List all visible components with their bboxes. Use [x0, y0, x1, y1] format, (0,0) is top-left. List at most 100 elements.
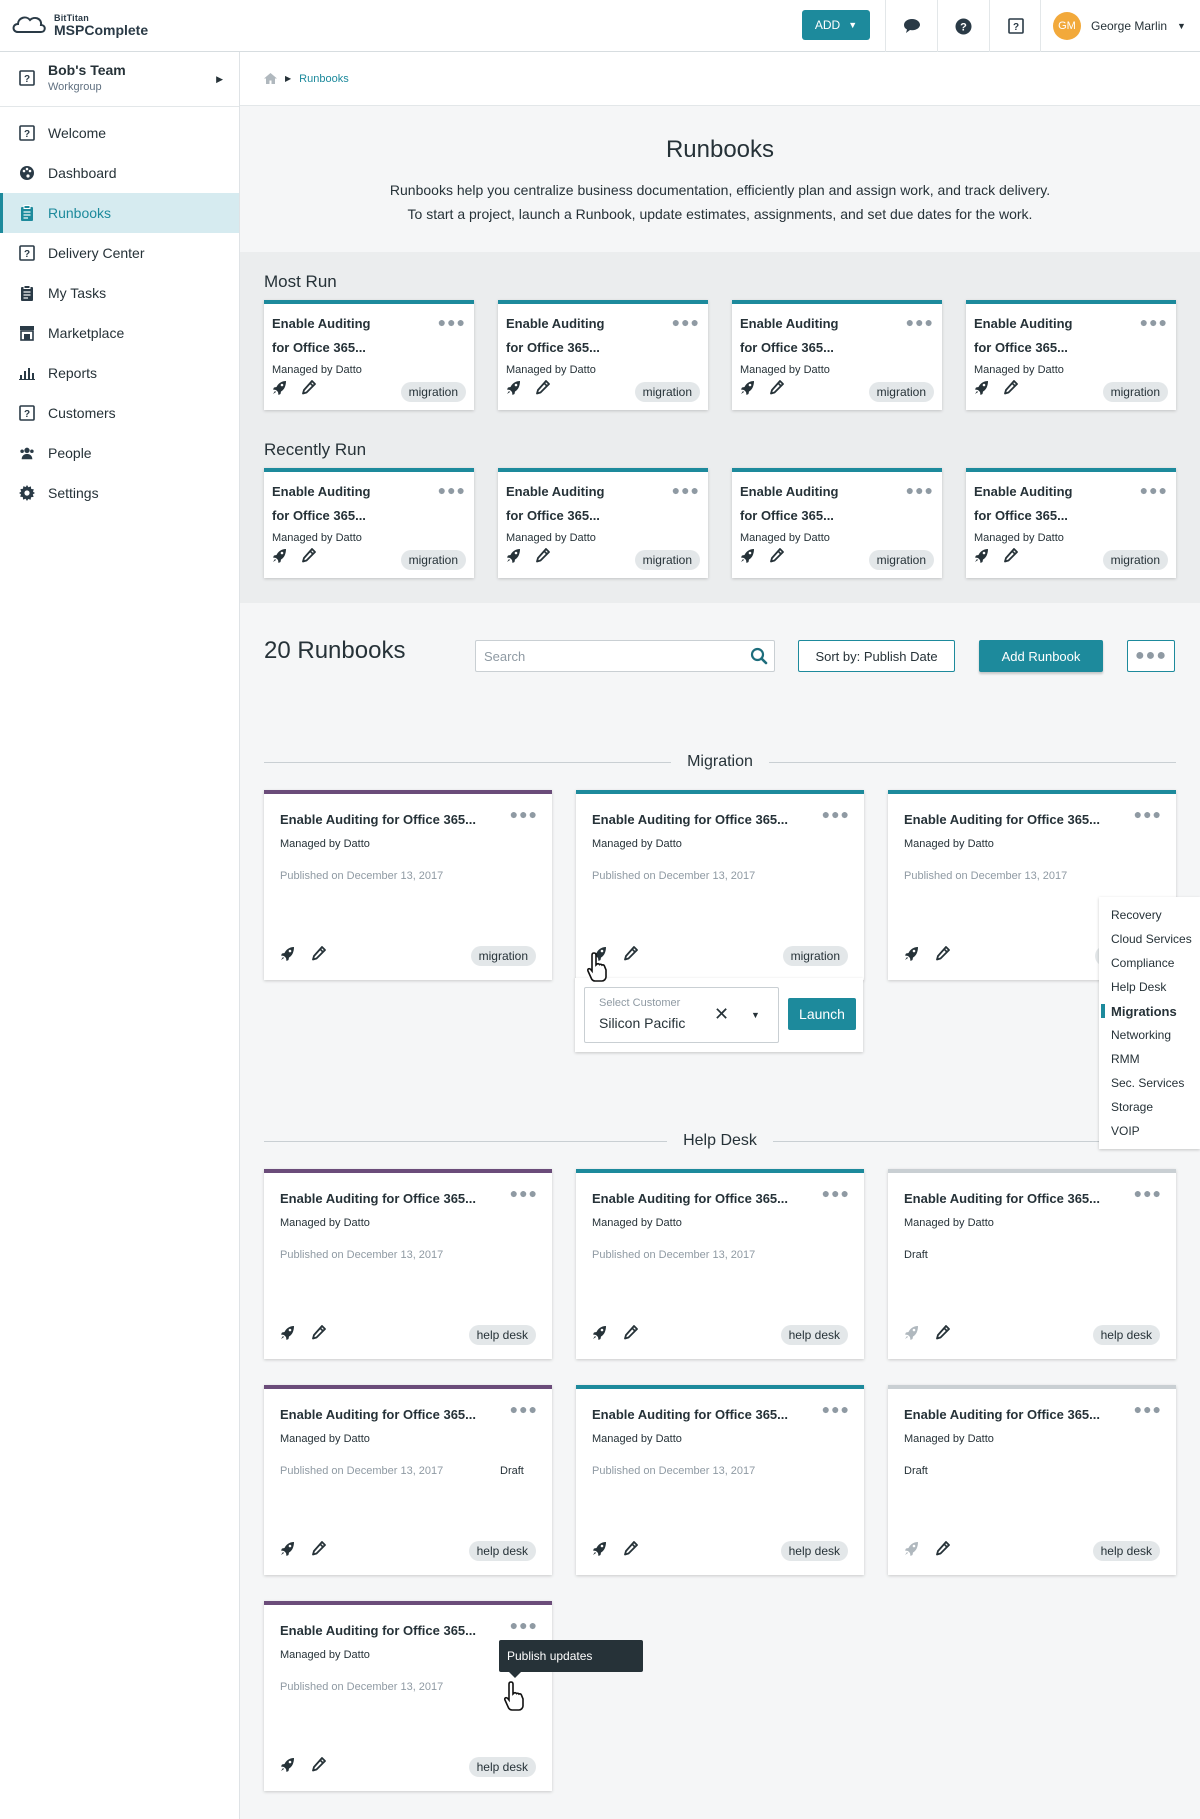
rocket-icon[interactable] — [280, 1325, 295, 1345]
pencil-icon[interactable] — [935, 1541, 950, 1561]
card-menu-icon[interactable]: ●●● — [672, 314, 700, 330]
runbook-card[interactable]: Enable Auditing for Office 365... Managed… — [576, 1169, 864, 1359]
card-menu-icon[interactable]: ●●● — [510, 1185, 538, 1201]
team-switcher[interactable]: ? Bob's Team Workgroup ▶ — [0, 52, 239, 107]
most_run-card[interactable]: Enable Auditing for Office 365... Managed … — [732, 300, 942, 410]
support-button[interactable]: ? — [989, 0, 1041, 52]
card-menu-icon[interactable]: ●●● — [1134, 1401, 1162, 1417]
pencil-icon[interactable] — [301, 548, 316, 568]
card-menu-icon[interactable]: ●●● — [822, 1401, 850, 1417]
rocket-icon[interactable] — [740, 548, 755, 568]
logo[interactable]: BitTitan MSPComplete — [10, 12, 148, 37]
sidebar-item-welcome[interactable]: ? Welcome — [0, 113, 239, 153]
card-menu-icon[interactable]: ●●● — [1134, 1185, 1162, 1201]
rocket-icon[interactable] — [272, 548, 287, 568]
pencil-icon[interactable] — [935, 1325, 950, 1345]
pencil-icon[interactable] — [623, 1325, 638, 1345]
card-menu-icon[interactable]: ●●● — [906, 482, 934, 498]
more-options-button[interactable]: ●●● — [1127, 640, 1175, 672]
pencil-icon[interactable] — [311, 1757, 326, 1777]
pencil-icon[interactable] — [1003, 548, 1018, 568]
search-input[interactable]: Search — [475, 640, 775, 672]
sidebar-item-customers[interactable]: ? Customers — [0, 393, 239, 433]
most_run-card[interactable]: Enable Auditing for Office 365... Managed … — [264, 300, 474, 410]
runbook-card[interactable]: Enable Auditing for Office 365... Managed… — [264, 1385, 552, 1575]
runbook-card[interactable]: Enable Auditing for Office 365... Managed… — [264, 1169, 552, 1359]
recently_run-card[interactable]: Enable Auditing for Office 365... Managed … — [732, 468, 942, 578]
pencil-icon[interactable] — [301, 380, 316, 400]
rocket-icon[interactable] — [974, 548, 989, 568]
user-menu[interactable]: GM George Marlin ▼ — [1040, 0, 1186, 52]
card-menu-icon[interactable]: ●●● — [510, 1617, 538, 1633]
sidebar-item-delivery-center[interactable]: ? Delivery Center — [0, 233, 239, 273]
pencil-icon[interactable] — [311, 1541, 326, 1561]
filter-item[interactable]: VOIP — [1099, 1119, 1200, 1143]
recently_run-card[interactable]: Enable Auditing for Office 365... Managed … — [264, 468, 474, 578]
card-menu-icon[interactable]: ●●● — [906, 314, 934, 330]
search-icon[interactable] — [750, 647, 768, 668]
launch-button[interactable]: Launch — [788, 998, 856, 1030]
pencil-icon[interactable] — [311, 1325, 326, 1345]
filter-item[interactable]: Cloud Services — [1099, 927, 1200, 951]
card-menu-icon[interactable]: ●●● — [438, 314, 466, 330]
filter-item[interactable]: Migrations — [1099, 999, 1200, 1023]
sidebar-item-marketplace[interactable]: Marketplace — [0, 313, 239, 353]
pencil-icon[interactable] — [769, 380, 784, 400]
filter-item[interactable]: Recovery — [1099, 903, 1200, 927]
pencil-icon[interactable] — [623, 946, 638, 966]
sort-button[interactable]: Sort by: Publish Date — [798, 640, 955, 672]
recently_run-card[interactable]: Enable Auditing for Office 365... Managed … — [498, 468, 708, 578]
filter-item[interactable]: Sec. Services — [1099, 1071, 1200, 1095]
rocket-icon[interactable] — [974, 380, 989, 400]
chat-button[interactable] — [885, 0, 937, 52]
rocket-icon[interactable] — [280, 946, 295, 966]
rocket-icon[interactable] — [506, 548, 521, 568]
sidebar-item-settings[interactable]: Settings — [0, 473, 239, 513]
sidebar-item-my-tasks[interactable]: My Tasks — [0, 273, 239, 313]
customer-select[interactable]: Select Customer Silicon Pacific ✕ ▼ — [584, 987, 779, 1043]
card-menu-icon[interactable]: ●●● — [510, 1401, 538, 1417]
sidebar-item-people[interactable]: People — [0, 433, 239, 473]
rocket-icon[interactable] — [280, 1757, 295, 1777]
rocket-icon[interactable] — [506, 380, 521, 400]
sidebar-item-runbooks[interactable]: Runbooks — [0, 193, 239, 233]
card-menu-icon[interactable]: ●●● — [822, 1185, 850, 1201]
recently_run-card[interactable]: Enable Auditing for Office 365... Managed … — [966, 468, 1176, 578]
runbook-card[interactable]: Enable Auditing for Office 365... Managed… — [888, 1385, 1176, 1575]
filter-item[interactable]: RMM — [1099, 1047, 1200, 1071]
pencil-icon[interactable] — [623, 1541, 638, 1561]
caret-down-icon[interactable]: ▼ — [751, 1010, 760, 1020]
pencil-icon[interactable] — [935, 946, 950, 966]
card-menu-icon[interactable]: ●●● — [438, 482, 466, 498]
card-menu-icon[interactable]: ●●● — [1140, 314, 1168, 330]
pencil-icon[interactable] — [769, 548, 784, 568]
card-menu-icon[interactable]: ●●● — [1134, 806, 1162, 822]
sidebar-item-dashboard[interactable]: Dashboard — [0, 153, 239, 193]
add-runbook-button[interactable]: Add Runbook — [979, 640, 1103, 672]
add-button[interactable]: ADD ▼ — [802, 10, 870, 40]
rocket-icon[interactable] — [592, 1541, 607, 1561]
card-menu-icon[interactable]: ●●● — [672, 482, 700, 498]
most_run-card[interactable]: Enable Auditing for Office 365... Managed … — [966, 300, 1176, 410]
card-menu-icon[interactable]: ●●● — [1140, 482, 1168, 498]
filter-item[interactable]: Storage — [1099, 1095, 1200, 1119]
filter-item[interactable]: Help Desk — [1099, 975, 1200, 999]
rocket-icon[interactable] — [904, 1325, 919, 1345]
filter-item[interactable]: Compliance — [1099, 951, 1200, 975]
pencil-icon[interactable] — [1003, 380, 1018, 400]
rocket-icon[interactable] — [740, 380, 755, 400]
filter-item[interactable]: Networking — [1099, 1023, 1200, 1047]
runbook-card[interactable]: Enable Auditing for Office 365... Managed… — [888, 1169, 1176, 1359]
card-menu-icon[interactable]: ●●● — [510, 806, 538, 822]
pencil-icon[interactable] — [311, 946, 326, 966]
rocket-icon[interactable] — [280, 1541, 295, 1561]
card-menu-icon[interactable]: ●●● — [822, 806, 850, 822]
rocket-icon[interactable] — [592, 1325, 607, 1345]
sidebar-item-reports[interactable]: Reports — [0, 353, 239, 393]
runbook-card[interactable]: Enable Auditing for Office 365... Managed… — [576, 1385, 864, 1575]
breadcrumb-current[interactable]: Runbooks — [299, 73, 349, 85]
rocket-icon[interactable] — [904, 946, 919, 966]
most_run-card[interactable]: Enable Auditing for Office 365... Managed … — [498, 300, 708, 410]
pencil-icon[interactable] — [535, 548, 550, 568]
clear-icon[interactable]: ✕ — [714, 1004, 729, 1025]
